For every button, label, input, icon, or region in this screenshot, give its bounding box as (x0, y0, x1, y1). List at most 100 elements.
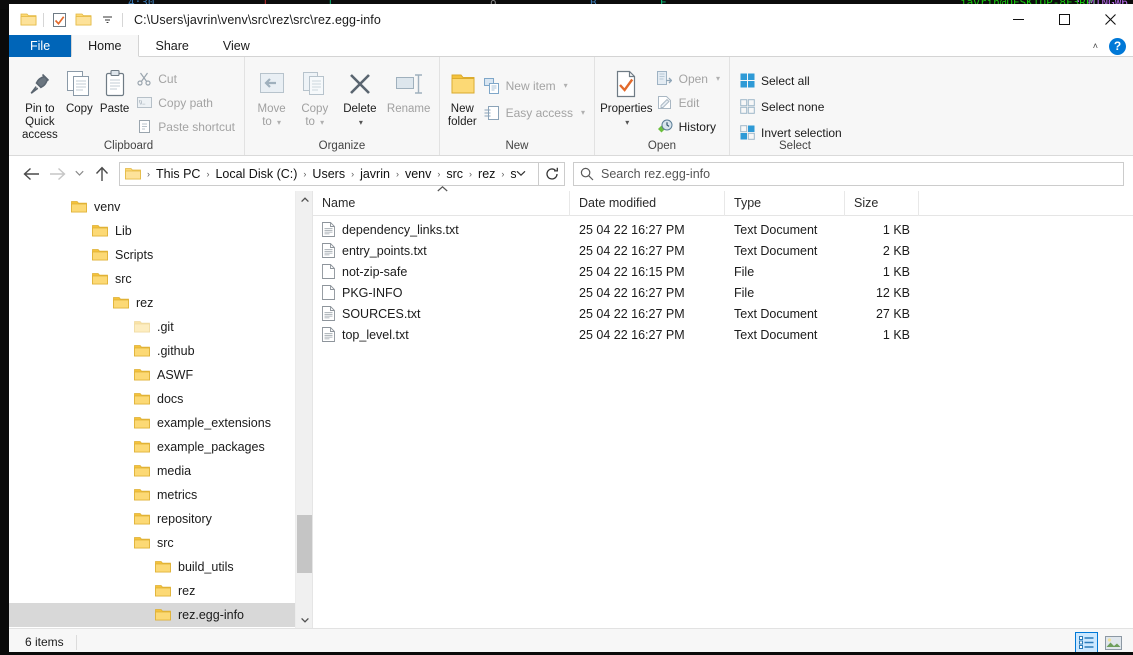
details-view-button[interactable] (1075, 632, 1098, 652)
easy-access-button[interactable]: Easy access ▾ (480, 102, 589, 123)
tree-item-repository[interactable]: repository (9, 507, 312, 531)
scroll-down-icon[interactable] (296, 611, 312, 628)
tree-item-rez[interactable]: rez (9, 579, 312, 603)
search-input[interactable]: Search rez.egg-info (573, 162, 1124, 186)
minimize-button[interactable] (995, 4, 1041, 35)
tree-item-label: media (157, 464, 191, 478)
breadcrumb-this-pc[interactable]: This PC (152, 165, 204, 183)
paste-button[interactable]: Paste (97, 61, 132, 116)
open-button[interactable]: Open ▾ (653, 68, 724, 89)
tree-item-media[interactable]: media (9, 459, 312, 483)
tree-item-example-packages[interactable]: example_packages (9, 435, 312, 459)
chevron-down-icon[interactable] (516, 170, 536, 177)
open-group-label: Open (600, 140, 724, 155)
table-row[interactable]: top_level.txt25 04 22 16:27 PMText Docum… (313, 324, 1133, 345)
select-none-button[interactable]: Select none (735, 96, 846, 117)
tree-item-rez-egg-info[interactable]: rez.egg-info (9, 603, 312, 627)
rename-button[interactable]: Rename (383, 61, 434, 116)
large-icons-view-button[interactable] (1102, 632, 1125, 652)
move-to-button[interactable]: Move to ▾ (250, 61, 293, 129)
tab-file[interactable]: File (9, 35, 71, 57)
history-button[interactable]: History (653, 116, 724, 137)
file-name-cell[interactable]: top_level.txt (313, 327, 570, 342)
column-header-name[interactable]: Name (313, 191, 570, 216)
table-row[interactable]: SOURCES.txt25 04 22 16:27 PMText Documen… (313, 303, 1133, 324)
properties-button[interactable]: Properties▾ (600, 61, 653, 129)
table-row[interactable]: dependency_links.txt25 04 22 16:27 PMTex… (313, 219, 1133, 240)
delete-button[interactable]: Delete▾ (336, 61, 383, 129)
breadcrumb-rez[interactable]: rez (474, 165, 499, 183)
new-item-button[interactable]: New item ▾ (480, 75, 589, 96)
close-button[interactable] (1087, 4, 1133, 35)
tree-item-aswf[interactable]: ASWF (9, 363, 312, 387)
delete-x-icon (347, 67, 373, 101)
file-name-cell[interactable]: SOURCES.txt (313, 306, 570, 321)
table-row[interactable]: PKG-INFO25 04 22 16:27 PMFile12 KB (313, 282, 1133, 303)
breadcrumb-javrin[interactable]: javrin (356, 165, 394, 183)
tab-share[interactable]: Share (139, 35, 206, 57)
tree-item--github[interactable]: .github (9, 339, 312, 363)
open-caret[interactable]: ▾ (716, 74, 720, 83)
breadcrumb-users[interactable]: Users (308, 165, 349, 183)
scrollbar-thumb[interactable] (297, 515, 312, 573)
tree-item-example-extensions[interactable]: example_extensions (9, 411, 312, 435)
tree-item-src[interactable]: src (9, 531, 312, 555)
tab-view[interactable]: View (206, 35, 267, 57)
help-button[interactable]: ? (1109, 38, 1126, 55)
forward-arrow-icon[interactable] (44, 161, 70, 187)
breadcrumb-local-disk[interactable]: Local Disk (C:) (211, 165, 301, 183)
file-name-cell[interactable]: not-zip-safe (313, 264, 570, 279)
tree-item-metrics[interactable]: metrics (9, 483, 312, 507)
properties-checkmark-icon[interactable] (47, 8, 71, 32)
breadcrumb-src-2[interactable]: src (506, 165, 516, 183)
maximize-button[interactable] (1041, 4, 1087, 35)
breadcrumb[interactable]: › This PC › Local Disk (C:) › Users › ja… (119, 162, 539, 186)
column-header-size[interactable]: Size (845, 191, 919, 216)
file-name-cell[interactable]: entry_points.txt (313, 243, 570, 258)
edit-button[interactable]: Edit (653, 92, 724, 113)
collapse-ribbon-button[interactable]: ˄ (1088, 41, 1103, 51)
cut-button[interactable]: Cut (132, 68, 239, 89)
tree-item--git[interactable]: .git (9, 315, 312, 339)
tree-item-build-utils[interactable]: build_utils (9, 555, 312, 579)
recent-locations-chevron-icon[interactable] (70, 161, 89, 187)
easy-access-caret[interactable]: ▾ (581, 108, 585, 117)
tree-item-src[interactable]: src (9, 267, 312, 291)
table-row[interactable]: entry_points.txt25 04 22 16:27 PMText Do… (313, 240, 1133, 261)
file-name-cell[interactable]: dependency_links.txt (313, 222, 570, 237)
paste-shortcut-button[interactable]: Paste shortcut (132, 116, 239, 137)
file-explorer-window: C:\Users\javrin\venv\src\rez\src\rez.egg… (9, 4, 1133, 652)
file-name-label: PKG-INFO (342, 286, 402, 300)
file-name-cell[interactable]: PKG-INFO (313, 285, 570, 300)
tree-item-scripts[interactable]: Scripts (9, 243, 312, 267)
tree-item-docs[interactable]: docs (9, 387, 312, 411)
tree-item-venv[interactable]: venv (9, 195, 312, 219)
table-row[interactable]: not-zip-safe25 04 22 16:15 PMFile1 KB (313, 261, 1133, 282)
pin-to-quick-access-button[interactable]: Pin to Quick access (18, 61, 62, 142)
explorer-folder-icon[interactable] (16, 8, 40, 32)
column-header-date[interactable]: Date modified (570, 191, 725, 216)
navigation-scrollbar[interactable] (295, 191, 312, 628)
scroll-up-icon[interactable] (296, 191, 312, 208)
tree-item-lib[interactable]: Lib (9, 219, 312, 243)
breadcrumb-src[interactable]: src (442, 165, 467, 183)
copy-button[interactable]: Copy (62, 61, 97, 116)
copy-to-button[interactable]: Copy to ▾ (293, 61, 336, 129)
customize-qat-icon[interactable] (95, 8, 119, 32)
file-name-label: not-zip-safe (342, 265, 407, 279)
column-header-type[interactable]: Type (725, 191, 845, 216)
breadcrumb-venv[interactable]: venv (401, 165, 435, 183)
select-all-button[interactable]: Select all (735, 70, 846, 91)
back-arrow-icon[interactable] (18, 161, 44, 187)
text-file-icon (322, 306, 335, 321)
new-folder-button[interactable]: New folder (445, 61, 480, 129)
up-arrow-icon[interactable] (89, 161, 115, 187)
tab-home[interactable]: Home (71, 35, 138, 57)
new-folder-icon[interactable] (71, 8, 95, 32)
tree-item-rez[interactable]: rez (9, 291, 312, 315)
new-item-caret[interactable]: ▾ (564, 81, 568, 90)
copy-to-icon (301, 67, 329, 101)
copy-path-button[interactable]: \\.. Copy path (132, 92, 239, 113)
refresh-button[interactable] (539, 162, 565, 186)
svg-text:\\..: \\.. (139, 101, 146, 107)
